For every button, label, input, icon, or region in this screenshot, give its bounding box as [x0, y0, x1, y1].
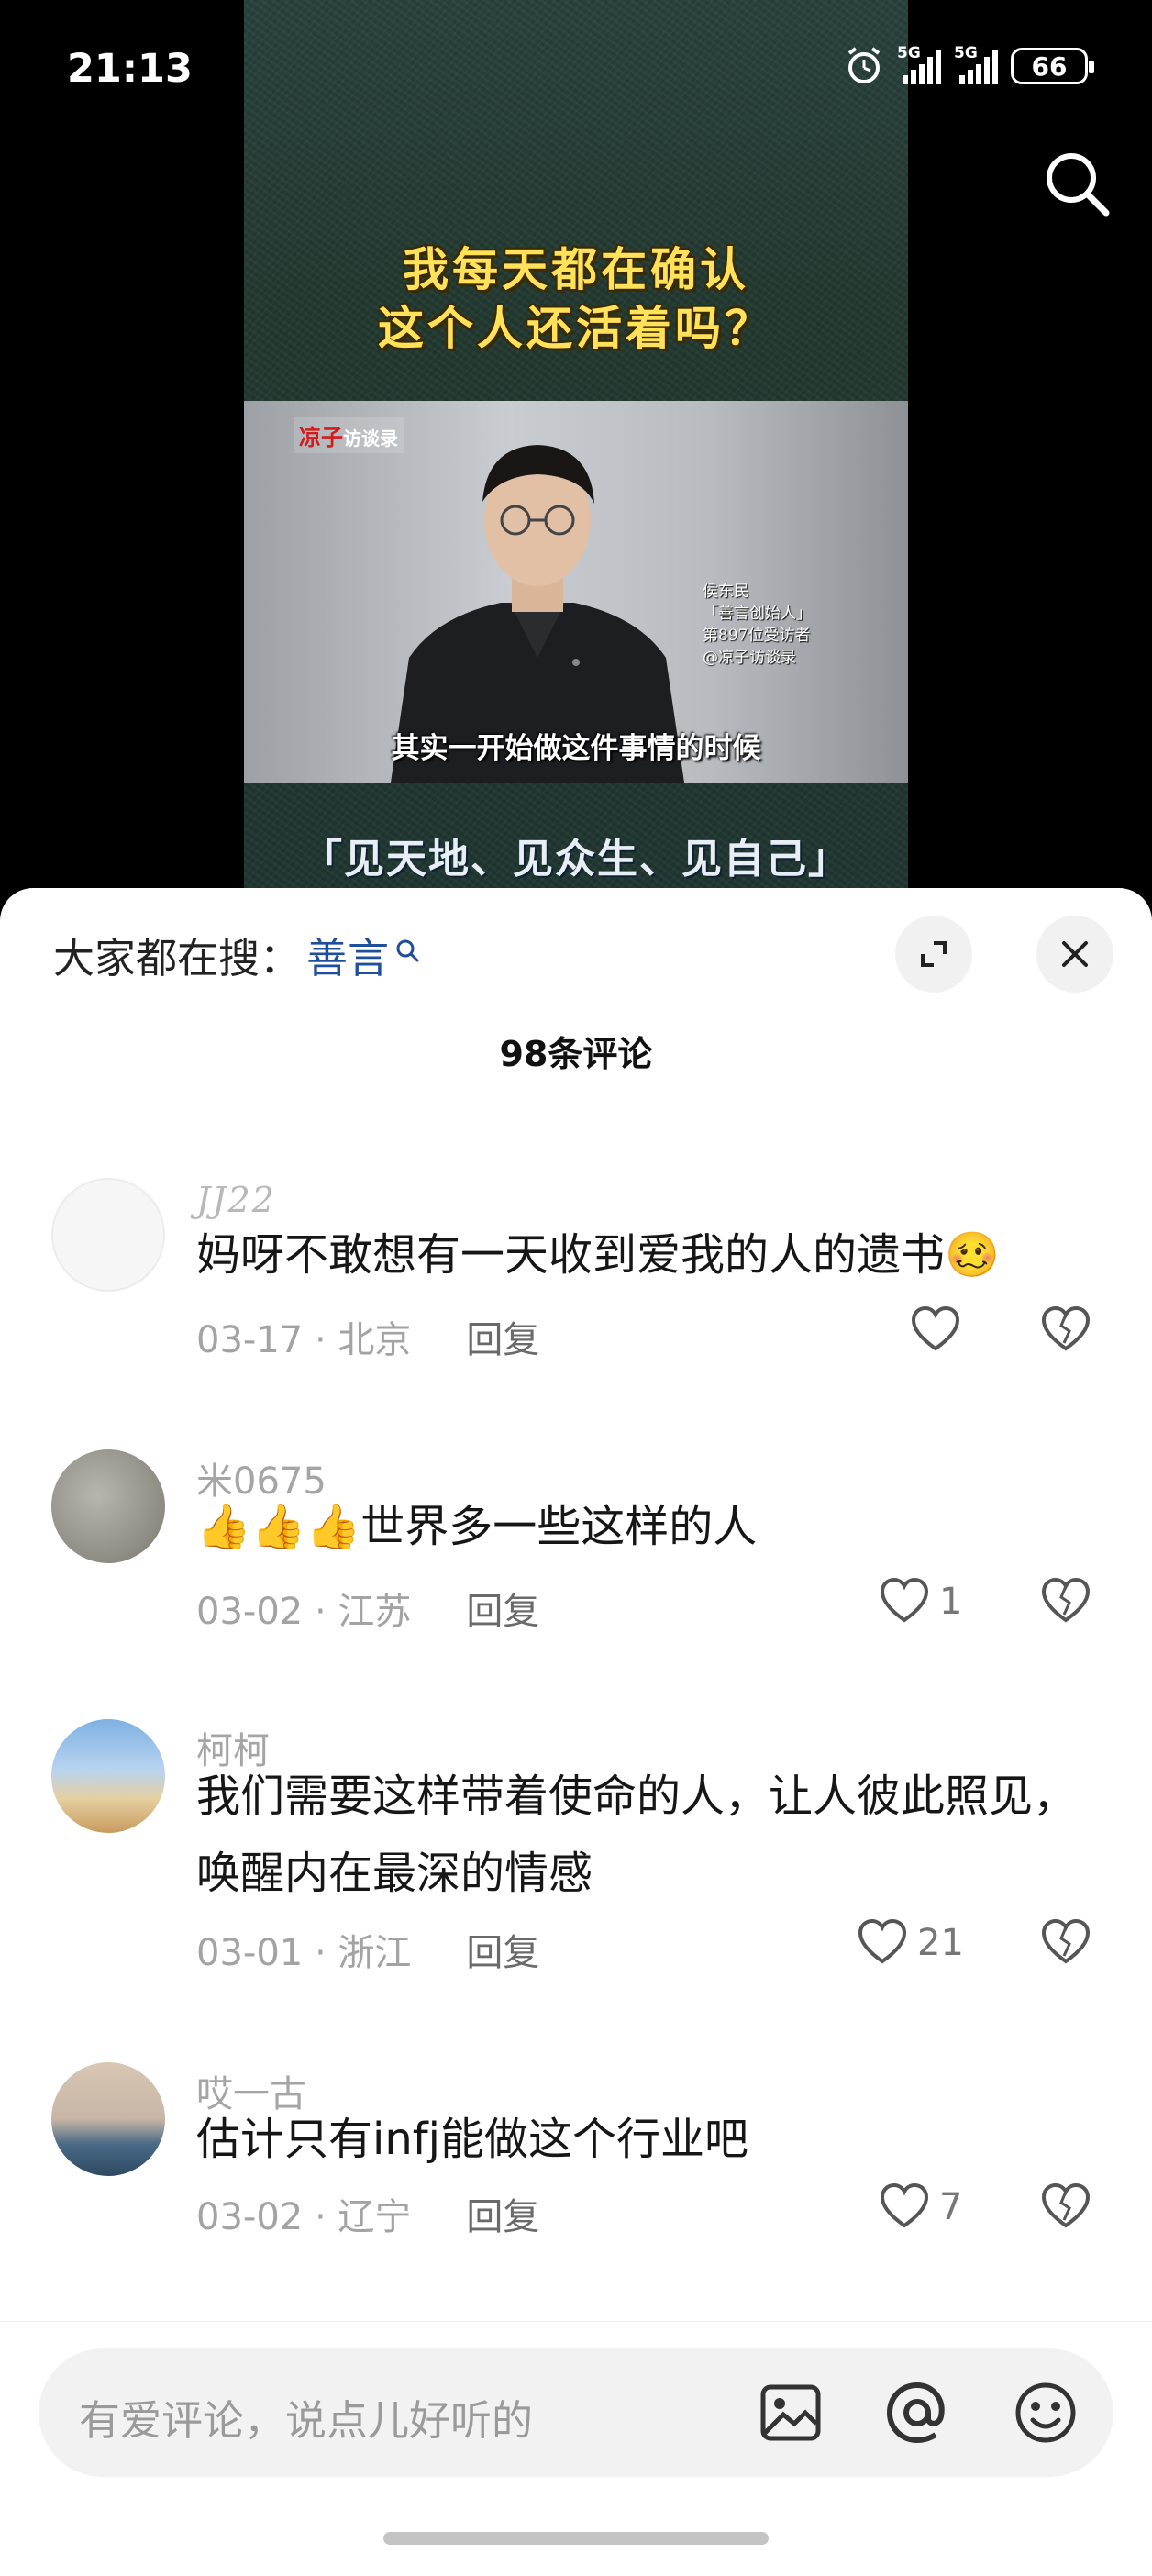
comment-input-placeholder[interactable]: 有爱评论，说点儿好听的	[79, 2387, 533, 2447]
image-icon[interactable]	[758, 2380, 824, 2446]
search-icon	[396, 939, 419, 961]
video-subtitle: 其实一开始做这件事情的时候	[391, 732, 761, 765]
video-bottom-line: 「见天地、见众生、见自己」	[302, 836, 850, 883]
status-icons: 5G 5G 66	[844, 44, 1094, 86]
comment-username[interactable]: JJ22	[196, 1180, 276, 1220]
at-icon[interactable]	[884, 2380, 950, 2446]
comment-sheet: 大家都在搜： 善言 98条评论 JJ22 妈呀不敢想有一天收到爱我的人的遗书🥴 …	[0, 888, 1152, 2576]
comment-date-location: 03-02 · 辽宁	[196, 2196, 412, 2238]
broken-heart-icon[interactable]	[1038, 2180, 1093, 2235]
expand-button[interactable]	[895, 916, 972, 993]
expand-icon	[921, 941, 947, 967]
network-type-2: 5G	[954, 44, 978, 62]
battery-level: 66	[1031, 50, 1068, 82]
broken-heart-icon[interactable]	[1038, 1915, 1093, 1971]
comment-meta: 03-17 · 北京 回复	[196, 1310, 539, 1363]
suggestion-prefix: 大家都在搜：	[53, 934, 302, 983]
comment-meta: 03-01 · 浙江 回复	[196, 1923, 539, 1976]
suggestion-term-link[interactable]: 善言	[306, 925, 389, 984]
broken-heart-icon[interactable]	[1038, 1574, 1093, 1629]
heart-icon	[880, 1577, 929, 1623]
like-button[interactable]: 21	[855, 1915, 964, 1971]
search-suggestion[interactable]: 大家都在搜： 善言	[53, 925, 420, 984]
avatar[interactable]	[51, 2062, 165, 2176]
brand-logo-text: 凉子	[299, 425, 343, 450]
reply-button[interactable]: 回复	[466, 2187, 539, 2240]
comment-date-location: 03-01 · 浙江	[196, 1932, 412, 1974]
close-icon	[1062, 941, 1088, 967]
comment-count: 98条评论	[499, 1034, 653, 1074]
comment-text: 我们需要这样带着使命的人，让人彼此照见，唤醒内在最深的情感	[196, 1771, 1078, 1899]
avatar[interactable]	[51, 1178, 165, 1292]
headline-line-1: 我每天都在确认	[403, 243, 749, 296]
search-icon[interactable]	[1040, 147, 1113, 220]
guest-number: 第897位受访者	[703, 627, 811, 645]
comment-meta: 03-02 · 辽宁 回复	[196, 2187, 539, 2240]
like-button[interactable]: 7	[877, 2180, 962, 2235]
alarm-icon	[847, 47, 881, 83]
heart-icon	[858, 1918, 907, 1964]
like-count: 21	[917, 1922, 964, 1964]
emoji-icon[interactable]	[1013, 2380, 1079, 2446]
like-count: 1	[939, 1581, 963, 1623]
status-time: 21:13	[67, 46, 193, 92]
guest-caption: 侯东民 「善言创始人」 第897位受访者 @凉子访谈录	[703, 581, 812, 669]
comment-text: 估计只有infj能做这个行业吧	[196, 2114, 748, 2165]
network-type-1: 5G	[897, 44, 921, 62]
signal-5g-1-icon: 5G	[897, 44, 941, 84]
input-divider	[0, 2321, 1152, 2322]
broken-heart-icon[interactable]	[1038, 1303, 1093, 1358]
heart-icon	[880, 2182, 929, 2228]
guest-name: 侯东民	[703, 583, 749, 601]
reply-button[interactable]: 回复	[466, 1923, 539, 1976]
avatar[interactable]	[51, 1449, 165, 1563]
battery-icon: 66	[1011, 48, 1094, 84]
comment-meta: 03-02 · 江苏 回复	[196, 1582, 539, 1635]
close-button[interactable]	[1036, 916, 1113, 993]
guest-title: 「善言创始人」	[703, 605, 812, 623]
status-bar: 21:13 5G 5G 66	[0, 0, 1152, 147]
heart-icon	[911, 1305, 960, 1351]
reply-button[interactable]: 回复	[466, 1582, 539, 1635]
signal-5g-2-icon: 5G	[954, 44, 998, 84]
comment-date-location: 03-02 · 江苏	[196, 1591, 412, 1633]
reply-button[interactable]: 回复	[466, 1310, 539, 1363]
video-headline: 我每天都在确认 这个人还活着吗？	[244, 240, 908, 358]
comment-text: 妈呀不敢想有一天收到爱我的人的遗书🥴	[196, 1229, 1000, 1281]
like-button[interactable]	[908, 1303, 970, 1358]
headline-line-2: 这个人还活着吗？	[378, 302, 774, 355]
guest-source: @凉子访谈录	[703, 649, 796, 667]
avatar[interactable]	[51, 1719, 165, 1833]
like-button[interactable]: 1	[877, 1574, 962, 1629]
comment-date-location: 03-17 · 北京	[196, 1319, 412, 1361]
comment-input[interactable]: 有爱评论，说点儿好听的	[39, 2348, 1113, 2477]
comment-text: 👍👍👍世界多一些这样的人	[196, 1501, 758, 1552]
like-count: 7	[939, 2186, 963, 2228]
home-indicator[interactable]	[383, 2532, 769, 2545]
